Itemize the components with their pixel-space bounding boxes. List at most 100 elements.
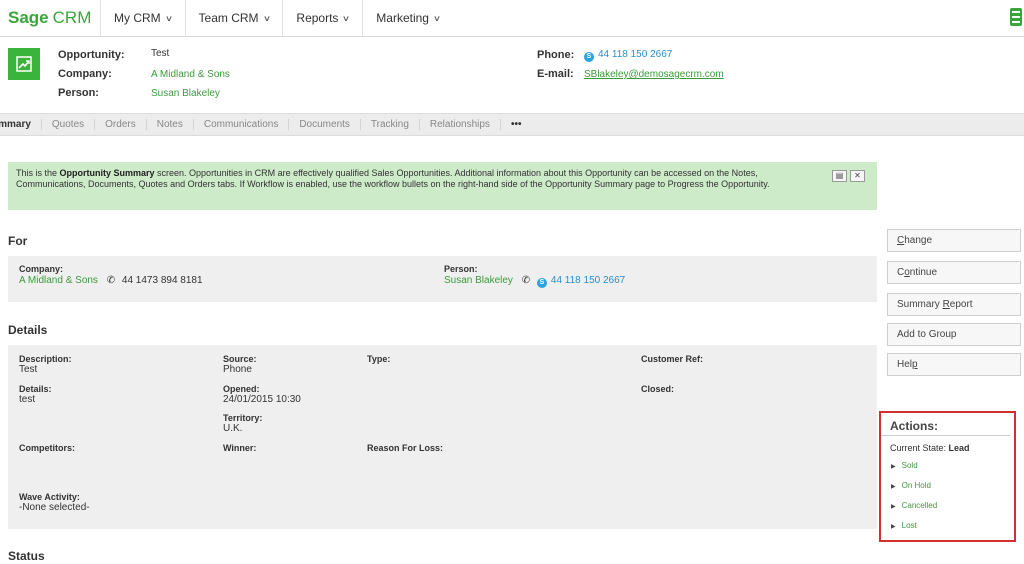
tab-documents[interactable]: Documents [289, 119, 361, 130]
action-on-hold-label: On Hold [901, 481, 931, 490]
help-label-pre: Hel [897, 359, 913, 370]
for-company-phone[interactable]: 44 1473 894 8181 [122, 275, 203, 286]
current-state-value: Lead [948, 443, 970, 453]
status-section-title: Status [8, 549, 45, 563]
person-link[interactable]: Susan Blakeley [151, 88, 220, 99]
action-lost[interactable]: ▶ Lost [891, 521, 917, 530]
for-company-row: A Midland & Sons ✆ 44 1473 894 8181 [19, 275, 203, 286]
nav-my-crm-label: My CRM [114, 11, 161, 25]
banner-text: This is the Opportunity Summary screen. … [16, 168, 786, 190]
details-section-title: Details [8, 323, 48, 337]
tab-summary[interactable]: ummary [0, 119, 42, 130]
tab-notes[interactable]: Notes [147, 119, 194, 130]
workflow-actions-panel: Actions: Current State: Lead ▶ Sold ▶ On H… [879, 411, 1016, 542]
summary-report-button[interactable]: Summary Report [887, 293, 1021, 316]
chevron-down-icon: ∨ [432, 13, 442, 23]
add-to-group-button[interactable]: Add to Group [887, 323, 1021, 346]
logo-main: Sage [8, 8, 49, 27]
actions-title: Actions: [881, 413, 1010, 436]
bullet-triangle-icon: ▶ [891, 464, 896, 470]
action-cancelled[interactable]: ▶ Cancelled [891, 501, 937, 510]
for-person-row: Susan Blakeley ✆ S 44 118 150 2667 [444, 275, 625, 288]
tab-tracking[interactable]: Tracking [361, 119, 420, 130]
type-label: Type: [367, 354, 391, 364]
top-navigation: Sage CRM My CRM ∨ Team CRM ∨ Reports ∨ M… [0, 0, 1024, 37]
for-person-phone[interactable]: 44 118 150 2667 [551, 275, 625, 286]
nav-reports-label: Reports [296, 11, 339, 25]
tab-relationships[interactable]: Relationships [420, 119, 501, 130]
close-icon[interactable]: ✕ [850, 170, 865, 182]
opened-value: 24/01/2015 10:30 [223, 394, 301, 405]
territory-label: Territory: [223, 413, 263, 423]
wave-activity-value: -None selected- [19, 502, 90, 513]
continue-button[interactable]: Continue [887, 261, 1021, 284]
menu-list-icon[interactable] [1010, 8, 1022, 26]
tab-communications[interactable]: Communications [194, 119, 290, 130]
summary-accesskey: R [942, 299, 950, 310]
for-company-link[interactable]: A Midland & Sons [19, 275, 98, 286]
opportunity-label: Opportunity: [58, 49, 125, 61]
chevron-down-icon: ∨ [262, 13, 271, 23]
phone-icon: ✆ [106, 275, 116, 286]
tab-orders[interactable]: Orders [95, 119, 147, 130]
chevron-down-icon: ∨ [342, 13, 351, 23]
minimize-icon[interactable]: ▤ [832, 170, 847, 182]
territory-value: U.K. [223, 423, 243, 434]
details-panel: Description: Test Source: Phone Type: Cu… [8, 345, 877, 529]
continue-label-rest: ntinue [909, 267, 938, 278]
chevron-down-icon: ∨ [164, 13, 173, 23]
opportunity-chart-icon [8, 48, 40, 80]
details-value: test [19, 394, 36, 405]
company-link[interactable]: A Midland & Sons [151, 69, 230, 80]
current-state: Current State: Lead [881, 436, 1014, 453]
sage-crm-logo[interactable]: Sage CRM [0, 0, 101, 36]
email-label: E-mail: [537, 68, 574, 80]
nav-marketing-label: Marketing [376, 11, 429, 25]
wave-activity-label: Wave Activity: [19, 492, 80, 502]
winner-label: Winner: [223, 443, 257, 453]
banner-text-pre: This is the [16, 168, 60, 178]
for-section-title: For [8, 234, 28, 248]
closed-label: Closed: [641, 384, 675, 394]
help-button[interactable]: Help [887, 353, 1021, 376]
info-banner: This is the Opportunity Summary screen. … [8, 162, 877, 210]
nav-my-crm[interactable]: My CRM ∨ [101, 0, 186, 36]
description-value: Test [19, 364, 38, 375]
nav-team-crm-label: Team CRM [198, 11, 259, 25]
tab-quotes[interactable]: Quotes [42, 119, 96, 130]
tab-more[interactable]: ••• [501, 119, 532, 130]
add-to-group-label: Add to Group [897, 329, 957, 340]
competitors-label: Competitors: [19, 443, 75, 453]
logo-sub: CRM [52, 8, 92, 27]
source-label: Source: [223, 354, 257, 364]
entity-header: Opportunity: Test Company: A Midland & S… [0, 38, 1024, 112]
help-accesskey: p [912, 359, 918, 370]
email-link[interactable]: SBlakeley@demosagecrm.com [584, 69, 724, 80]
change-label-rest: hange [904, 235, 933, 246]
for-company-label: Company: [19, 264, 64, 274]
for-panel: Company: A Midland & Sons ✆ 44 1473 894 … [8, 256, 877, 302]
phone-value: 44 118 150 2667 [598, 49, 673, 60]
nav-team-crm[interactable]: Team CRM ∨ [186, 0, 284, 36]
action-on-hold[interactable]: ▶ On Hold [891, 481, 931, 490]
company-label: Company: [58, 68, 112, 80]
nav-reports[interactable]: Reports ∨ [283, 0, 364, 36]
change-button[interactable]: Change [887, 229, 1021, 252]
reason-for-loss-label: Reason For Loss: [367, 443, 444, 453]
opened-label: Opened: [223, 384, 260, 394]
action-sold[interactable]: ▶ Sold [891, 461, 918, 470]
nav-marketing[interactable]: Marketing ∨ [363, 0, 453, 36]
bullet-triangle-icon: ▶ [891, 524, 896, 530]
bullet-triangle-icon: ▶ [891, 484, 896, 490]
for-person-link[interactable]: Susan Blakeley [444, 275, 513, 286]
customer-ref-label: Customer Ref: [641, 354, 704, 364]
tab-bar: ummary Quotes Orders Notes Communication… [0, 113, 1024, 136]
action-lost-label: Lost [901, 521, 917, 530]
phone-link[interactable]: S 44 118 150 2667 [584, 49, 672, 62]
bullet-triangle-icon: ▶ [891, 504, 896, 510]
phone-label: Phone: [537, 49, 575, 61]
phone-icon: ✆ [521, 275, 531, 286]
source-value: Phone [223, 364, 252, 375]
skype-icon: S [536, 278, 547, 288]
description-label: Description: [19, 354, 72, 364]
